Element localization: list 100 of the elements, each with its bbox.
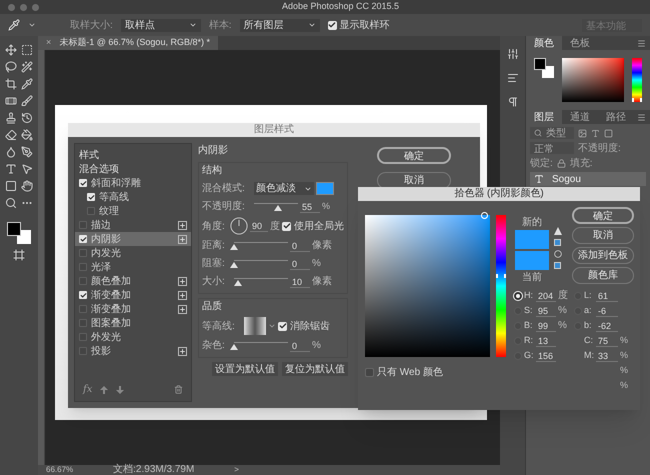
checkbox[interactable] [79,263,87,271]
layer-row[interactable]: Sogou [530,172,646,186]
hue-marker[interactable] [496,274,506,278]
value-field[interactable]: 0 [290,240,310,252]
color-swatches[interactable] [534,58,554,78]
value-field[interactable]: 156 [536,350,556,362]
style-list-item[interactable]: 斜面和浮雕 [75,176,191,190]
eyedropper-icon[interactable] [21,78,33,90]
value-field[interactable]: 75 [596,334,618,346]
value-field[interactable]: 90 [250,220,268,232]
style-list-item[interactable]: 投影 [75,344,191,358]
crop-icon[interactable] [5,78,17,90]
hue-slider[interactable] [632,58,642,102]
quick-mask-icon[interactable] [13,249,25,261]
checkbox[interactable] [79,235,87,243]
lasso-icon[interactable] [5,61,17,73]
rectangle-icon[interactable] [5,180,17,192]
caret-icon[interactable] [268,322,276,330]
saturation-field[interactable] [365,215,490,357]
style-list-item[interactable]: 纹理 [75,204,191,218]
value-field[interactable]: -6 [596,304,618,316]
stamp-icon[interactable] [5,112,17,124]
value-field[interactable]: 61 [596,290,618,302]
checkbox[interactable] [79,333,87,341]
zoom-icon[interactable] [5,197,17,209]
sample-size-dropdown[interactable]: 取样点 [120,18,201,32]
color-field[interactable] [562,58,624,102]
document-tab[interactable]: × 未标题-1 @ 66.7% (Sogou, RGB/8*) * [38,36,218,50]
dialog-button[interactable]: 确定 [572,207,634,224]
hand-icon[interactable] [21,180,33,192]
panel-tab[interactable]: 图层 [526,110,562,124]
value-field[interactable]: 0 [290,258,310,270]
panel-menu-icon[interactable] [637,112,646,122]
dialog-button[interactable]: 取消 [572,227,634,244]
text-tool-icon[interactable] [5,163,17,175]
dialog-button[interactable]: 确定 [377,147,451,164]
checkbox[interactable] [79,319,87,327]
adjust-icon[interactable] [506,48,518,60]
value-field[interactable]: 204 [536,290,556,302]
slider[interactable] [254,202,298,211]
checkbox[interactable] [79,291,87,299]
character-icon[interactable] [506,72,518,84]
style-list-item[interactable]: 渐变叠加 [75,288,191,302]
pointer-icon[interactable] [21,163,33,175]
contour-thumbnail[interactable] [244,317,266,335]
style-list-item[interactable]: 内阴影 [75,232,191,246]
style-list-item[interactable]: 内发光 [75,246,191,260]
text-filter-icon[interactable] [591,128,600,138]
value-field[interactable]: 0 [290,340,310,352]
radio-button[interactable] [514,292,522,300]
value-field[interactable]: 99 [536,320,556,332]
panel-tab[interactable]: 颜色 [526,36,562,50]
checkbox[interactable] [79,305,87,313]
add-icon[interactable] [178,220,187,230]
wand-icon[interactable] [21,61,33,73]
value-field[interactable]: 55 [300,200,320,212]
checkbox[interactable] [87,207,95,215]
down-arrow-icon[interactable] [116,386,124,394]
add-icon[interactable] [178,346,187,356]
value-field[interactable]: 95 [536,304,556,316]
dialog-button[interactable]: 颜色库 [572,267,634,284]
value-field[interactable]: 13 [536,334,556,346]
paragraph-icon[interactable] [506,96,518,108]
color-swatches[interactable] [7,222,31,244]
dialog-button[interactable]: 添加到色板 [572,247,634,264]
trash-icon[interactable] [174,385,183,394]
add-icon[interactable] [178,290,187,300]
status-menu-arrow[interactable]: > [234,464,239,475]
brush-icon[interactable] [21,95,33,107]
web-only-checkbox[interactable]: 只有 Web 颜色 [365,365,506,380]
history-brush-icon[interactable] [21,112,33,124]
color-swatch[interactable] [316,182,334,195]
blend-mode-dropdown[interactable]: 正常 [530,142,574,154]
style-list-item[interactable]: 描边 [75,218,191,232]
panel-tab[interactable]: 路径 [598,110,634,124]
checkbox[interactable] [79,221,87,229]
style-list-item[interactable]: 渐变叠加 [75,302,191,316]
filter-dropdown[interactable]: 类型 [530,127,574,139]
style-list-item[interactable]: 混合选项 [75,162,191,176]
add-icon[interactable] [178,304,187,314]
style-list-item[interactable]: 图案叠加 [75,316,191,330]
sample-dropdown[interactable]: 所有图层 [240,18,320,32]
image-filter-icon[interactable] [578,128,587,138]
panel-tab[interactable]: 通道 [562,110,598,124]
global-light-checkbox[interactable]: 使用全局光 [282,218,344,234]
style-list-item[interactable]: 光泽 [75,260,191,274]
show-ring-checkbox[interactable]: 显示取样环 [328,18,390,32]
marquee-icon[interactable] [21,44,33,56]
lock-icon[interactable] [556,158,566,168]
style-list-item[interactable]: 等高线 [75,190,191,204]
checkbox[interactable] [79,249,87,257]
hue-slider[interactable] [496,215,506,357]
move-icon[interactable] [5,44,17,56]
value-field[interactable]: -62 [596,320,618,332]
style-list-item[interactable]: 颜色叠加 [75,274,191,288]
angle-dial[interactable] [230,217,248,235]
up-arrow-icon[interactable] [100,386,108,394]
checkbox[interactable] [79,277,87,285]
value-field[interactable]: 10 [290,276,310,288]
hue-marker[interactable] [632,98,642,102]
